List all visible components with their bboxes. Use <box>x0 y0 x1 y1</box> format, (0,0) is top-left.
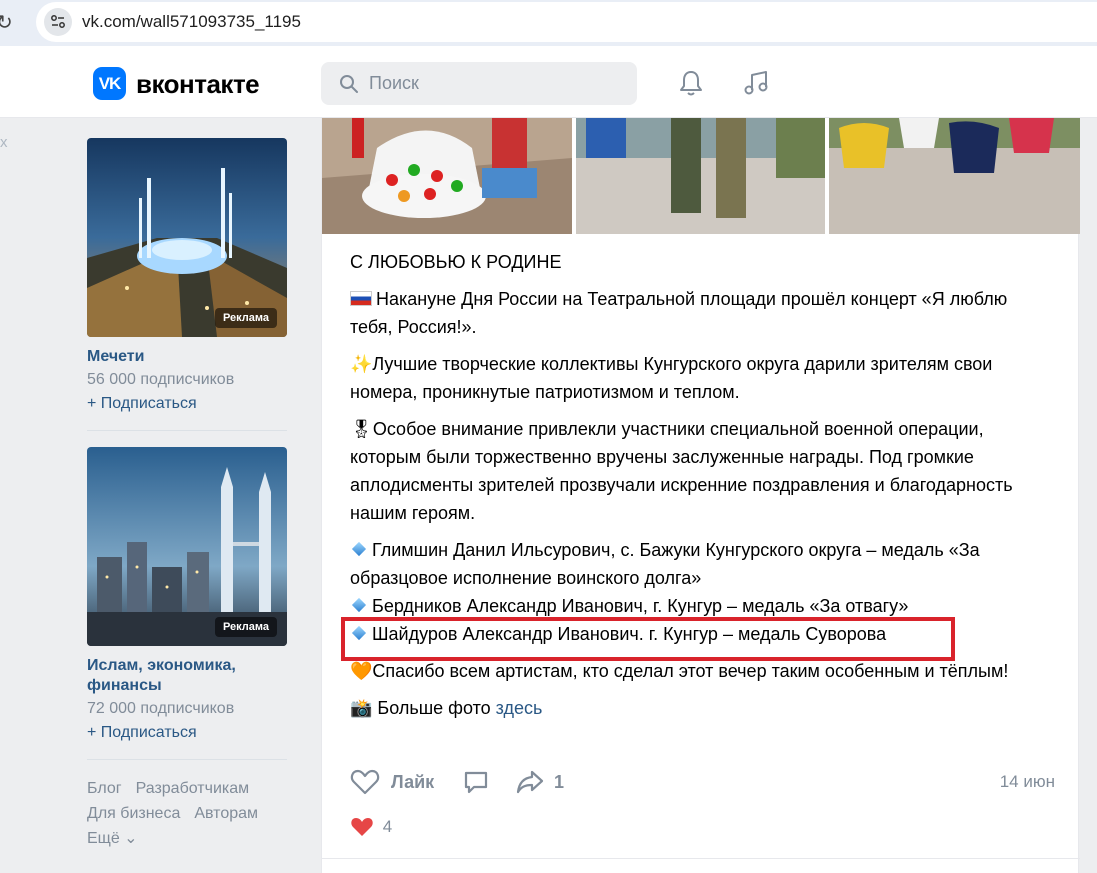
ad-subscribers: 56 000 подписчиков <box>87 371 235 388</box>
post-photo[interactable] <box>576 118 825 234</box>
post-actions: Лайк 1 14 июн <box>350 768 1055 798</box>
share-count: 1 <box>554 771 565 792</box>
ad-subscribe-link[interactable]: + Подписаться <box>87 394 287 414</box>
ad-title[interactable]: Мечети <box>87 347 287 367</box>
comment-button[interactable] <box>462 768 490 801</box>
site-info-icon[interactable] <box>44 8 72 36</box>
post-date[interactable]: 14 июн <box>1000 772 1055 792</box>
share-button[interactable]: 1 <box>515 768 564 796</box>
ad-image-towers[interactable]: Реклама <box>87 447 287 646</box>
footer-link-more[interactable]: Ещё ⌄ <box>87 830 138 847</box>
search-input[interactable] <box>369 62 629 105</box>
ad-badge: Реклама <box>214 308 277 328</box>
post-paragraph: 🎖Особое внимание привлекли участники спе… <box>350 419 1013 523</box>
notifications-bell-icon[interactable] <box>676 68 706 98</box>
award-line: Бердников Александр Иванович, г. Кунгур … <box>350 592 1050 620</box>
like-label: Лайк <box>391 771 435 792</box>
highlight-annotation-box <box>341 617 955 661</box>
blue-diamond-icon <box>351 541 367 557</box>
url-field[interactable]: vk.com/wall571093735_1195 <box>36 2 1097 42</box>
ad-image-mosque[interactable]: Реклама <box>87 138 287 337</box>
vk-wordmark[interactable]: вконтакте <box>136 69 260 100</box>
post-heading: С ЛЮБОВЬЮ К РОДИНЕ <box>350 252 562 272</box>
red-heart-icon <box>351 818 373 836</box>
music-icon[interactable] <box>741 68 771 98</box>
footer-links: Блог Разработчикам Для бизнеса Авторам Ещё… <box>87 776 287 851</box>
ad-title[interactable]: Ислам, экономика, финансы <box>87 656 287 696</box>
award-line: Глимшин Данил Ильсурович, с. Бажуки Кунг… <box>350 540 980 588</box>
ads-column: Реклама Мечети 56 000 подписчиков + Подп… <box>87 118 287 851</box>
russia-flag-icon <box>350 291 372 306</box>
footer-link-authors[interactable]: Авторам <box>194 805 258 822</box>
reactions[interactable]: 4 <box>350 816 392 838</box>
divider <box>322 858 1080 859</box>
reload-icon[interactable]: ↻ <box>0 10 13 34</box>
blue-diamond-icon <box>351 597 367 613</box>
post-photo[interactable] <box>829 118 1080 234</box>
divider <box>87 430 287 431</box>
comment-icon <box>464 771 488 794</box>
like-button[interactable]: Лайк <box>350 768 434 796</box>
left-strip-text: х <box>0 134 8 151</box>
heart-icon <box>350 769 380 795</box>
ad-subscribers: 72 000 подписчиков <box>87 700 235 717</box>
footer-link-developers[interactable]: Разработчикам <box>136 780 250 797</box>
ad-subscribe-link[interactable]: + Подписаться <box>87 723 287 743</box>
ad-badge: Реклама <box>214 617 277 637</box>
browser-address-bar: ↻ vk.com/wall571093735_1195 <box>0 0 1097 46</box>
post-paragraph: Накануне Дня России на Театральной площа… <box>350 289 1008 337</box>
post-paragraph: ✨Лучшие творческие коллективы Кунгурског… <box>350 354 993 402</box>
post-paragraph: 🧡Спасибо всем артистам, кто сделал этот … <box>350 661 1009 681</box>
vk-logo-icon[interactable]: VK <box>93 67 126 100</box>
footer-link-blog[interactable]: Блог <box>87 780 122 797</box>
divider <box>87 759 287 760</box>
footer-link-business[interactable]: Для бизнеса <box>87 805 180 822</box>
search-icon <box>340 75 358 93</box>
reactions-count: 4 <box>382 817 393 836</box>
wall-post: С ЛЮБОВЬЮ К РОДИНЕ Накануне Дня России н… <box>321 118 1080 873</box>
url-text[interactable]: vk.com/wall571093735_1195 <box>82 12 301 32</box>
more-photos-link[interactable]: здесь <box>496 698 543 718</box>
more-photos-line: 📸 Больше фото здесь <box>350 698 543 718</box>
search-box[interactable] <box>321 62 637 105</box>
share-icon <box>516 770 544 794</box>
vk-header: VK вконтакте <box>0 46 1097 118</box>
post-photo[interactable] <box>322 118 572 234</box>
post-photos <box>322 118 1080 234</box>
